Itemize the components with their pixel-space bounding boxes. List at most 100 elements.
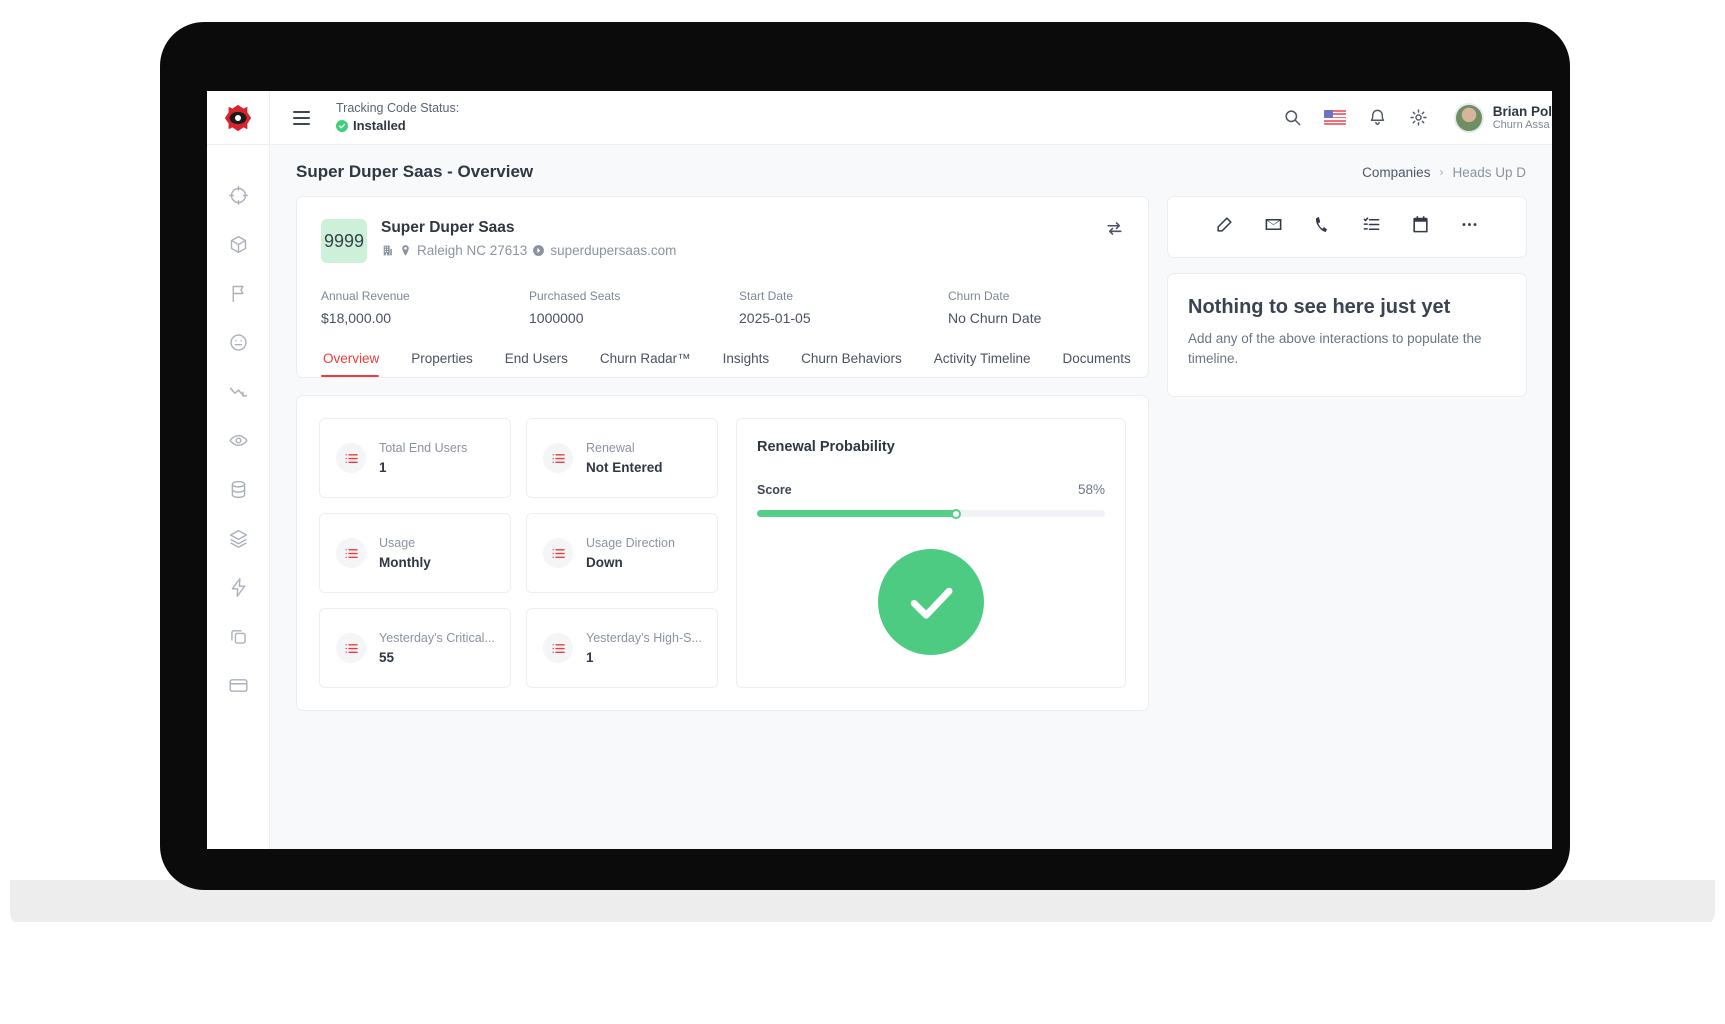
metric-start-date: Start Date 2025-01-05 [739, 289, 948, 326]
side-column: Nothing to see here just yet Add any of … [1167, 196, 1527, 711]
sidebar-item-layers[interactable] [226, 526, 250, 550]
metric-annual-revenue: Annual Revenue $18,000.00 [321, 289, 529, 326]
swap-icon[interactable] [1105, 219, 1124, 243]
page-header: Super Duper Saas - Overview Companies › … [270, 145, 1552, 182]
company-name: Super Duper Saas [381, 219, 515, 236]
ellipsis-icon[interactable] [1460, 215, 1479, 239]
company-location: Raleigh NC 27613 [417, 243, 528, 258]
sidebar-item-cube[interactable] [226, 232, 250, 256]
tab-insights[interactable]: Insights [707, 351, 786, 377]
score-progress-bar [757, 508, 1105, 519]
metric-value: 2025-01-05 [739, 310, 811, 326]
metric-label: Start Date [739, 289, 794, 303]
overview-panel: Total End Users 1 Renewal Not Entered Us… [296, 395, 1149, 711]
company-website[interactable]: superdupersaas.com [550, 243, 676, 258]
tab-overview[interactable]: Overview [321, 351, 395, 377]
tab-churn-radar[interactable]: Churn Radar™ [584, 351, 707, 377]
tracking-code-label: Tracking Code Status: [336, 101, 460, 116]
main-content: Super Duper Saas - Overview Companies › … [270, 145, 1552, 849]
menu-toggle-button[interactable] [278, 110, 324, 125]
tracking-code-status-text: Installed [353, 118, 406, 134]
score-progress-fill [757, 508, 961, 519]
stat-card-yesterdays-high-severity[interactable]: Yesterday's High-S... 1 [526, 608, 718, 688]
tab-churn-behaviors[interactable]: Churn Behaviors [785, 351, 918, 377]
user-role: Churn Assa [1492, 119, 1550, 131]
bell-icon[interactable] [1368, 108, 1387, 127]
company-subtitle: Raleigh NC 27613 superdupersaas.com [381, 243, 676, 258]
score-progress-knob[interactable] [950, 508, 961, 519]
metric-value: $18,000.00 [321, 310, 392, 326]
metric-value: 1000000 [529, 310, 584, 326]
tab-documents[interactable]: Documents [1047, 351, 1147, 377]
company-metrics: Annual Revenue $18,000.00 Purchased Seat… [321, 289, 1124, 326]
quick-actions-card [1167, 196, 1527, 258]
stat-value: Down [586, 555, 623, 570]
globe-link-icon [533, 245, 545, 256]
breadcrumb-companies[interactable]: Companies [1362, 165, 1430, 180]
top-bar-actions: Brian Pol Churn Assa [1283, 102, 1552, 133]
us-flag-icon[interactable] [1323, 110, 1346, 125]
sidebar-item-trending-down[interactable] [226, 379, 250, 403]
tab-activity-timeline[interactable]: Activity Timeline [918, 351, 1047, 377]
stat-card-yesterdays-critical[interactable]: Yesterday's Critical... 55 [319, 608, 511, 688]
metric-churn-date: Churn Date No Churn Date [948, 289, 1041, 326]
gear-icon[interactable] [1409, 108, 1428, 127]
sidebar-item-card[interactable] [226, 673, 250, 697]
sidebar-item-target[interactable] [226, 183, 250, 207]
metric-label: Purchased Seats [529, 289, 621, 303]
user-identity: Brian Pol Churn Assa [1493, 104, 1552, 131]
sidebar-item-copy[interactable] [226, 624, 250, 648]
tab-end-users[interactable]: End Users [489, 351, 584, 377]
stat-card-usage[interactable]: Usage Monthly [319, 513, 511, 593]
tracking-code-status: Tracking Code Status: Installed [336, 100, 459, 134]
score-label: Score [757, 483, 792, 497]
task-list-icon[interactable] [1362, 215, 1381, 239]
app-screen: Tracking Code Status: Installed Brian Po… [207, 91, 1552, 849]
stat-text: Yesterday's High-S... 1 [586, 631, 702, 665]
page-title: Super Duper Saas - Overview [296, 162, 534, 181]
stat-text: Yesterday's Critical... 55 [379, 631, 495, 665]
renewal-probability-card: Renewal Probability Score 58% [736, 418, 1126, 688]
stat-value: Monthly [379, 555, 431, 570]
stat-card-total-end-users[interactable]: Total End Users 1 [319, 418, 511, 498]
stat-value: 55 [379, 650, 395, 665]
sidebar-item-lightning[interactable] [226, 575, 250, 599]
search-icon[interactable] [1283, 108, 1302, 127]
tab-properties[interactable]: Properties [395, 351, 489, 377]
company-score-chip: 9999 [321, 219, 367, 263]
stat-text: Usage Direction Down [586, 536, 675, 570]
sidebar-item-eye[interactable] [226, 428, 250, 452]
stat-card-usage-direction[interactable]: Usage Direction Down [526, 513, 718, 593]
phone-icon[interactable] [1313, 215, 1332, 239]
company-summary-card: 9999 Super Duper Saas Raleigh NC 27613 s… [296, 196, 1149, 378]
user-menu[interactable]: Brian Pol Churn Assa [1453, 102, 1552, 133]
list-icon [543, 538, 573, 568]
metric-label: Annual Revenue [321, 289, 410, 303]
company-tabs: Overview Properties End Users Churn Rada… [321, 351, 1131, 377]
stat-label: Yesterday's Critical... [379, 631, 495, 645]
breadcrumb: Companies › Heads Up D [1362, 165, 1526, 180]
laptop-foot [0, 922, 1725, 936]
main-column: 9999 Super Duper Saas Raleigh NC 27613 s… [296, 196, 1149, 711]
envelope-icon[interactable] [1264, 215, 1283, 239]
edit-icon[interactable] [1215, 215, 1234, 239]
empty-state-text: Add any of the above interactions to pop… [1188, 331, 1482, 367]
company-identity: Super Duper Saas Raleigh NC 27613 superd… [381, 219, 676, 258]
stat-card-grid: Total End Users 1 Renewal Not Entered Us… [319, 418, 718, 688]
sidebar-item-database[interactable] [226, 477, 250, 501]
sidebar-item-flag[interactable] [226, 281, 250, 305]
breadcrumb-current: Heads Up D [1452, 164, 1526, 180]
list-icon [543, 633, 573, 663]
metric-value: No Churn Date [948, 310, 1042, 326]
app-logo[interactable] [207, 91, 270, 145]
laptop-body: Tracking Code Status: Installed Brian Po… [160, 22, 1570, 890]
stat-label: Total End Users [379, 441, 468, 455]
stat-value: 1 [379, 460, 387, 475]
list-icon [336, 443, 366, 473]
calendar-icon[interactable] [1411, 215, 1430, 239]
stat-label: Usage [379, 536, 416, 550]
laptop-scene: Tracking Code Status: Installed Brian Po… [0, 0, 1725, 1024]
company-header: 9999 Super Duper Saas Raleigh NC 27613 s… [321, 219, 1124, 263]
sidebar-item-face[interactable] [226, 330, 250, 354]
stat-card-renewal[interactable]: Renewal Not Entered [526, 418, 718, 498]
